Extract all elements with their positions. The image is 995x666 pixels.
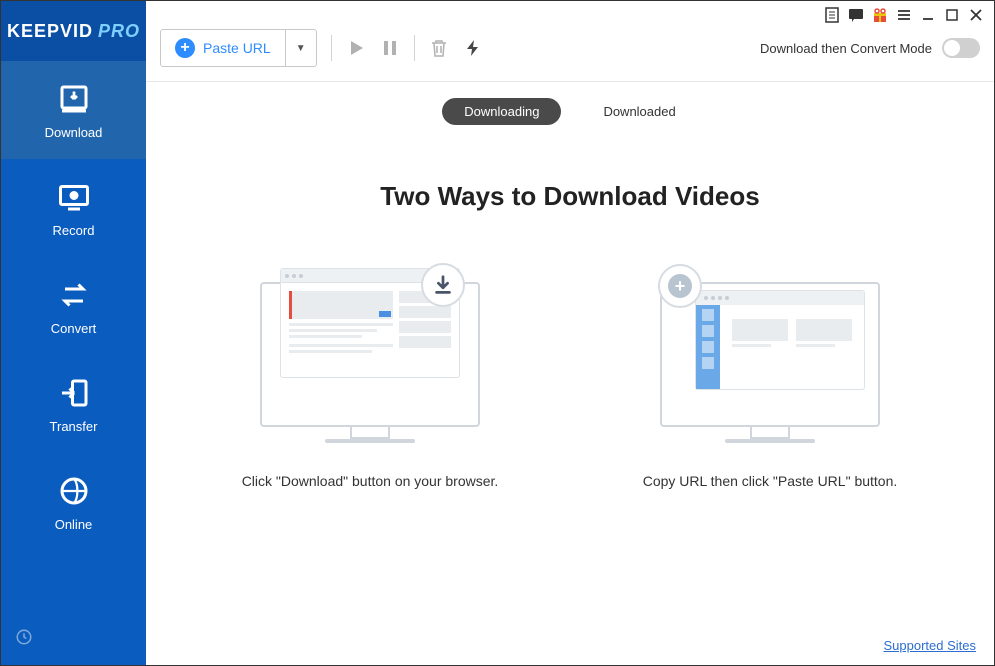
convert-mode-toggle[interactable] [942,38,980,58]
pause-icon[interactable] [380,38,400,58]
trash-icon[interactable] [429,38,449,58]
sidebar-item-record[interactable]: Record [1,159,146,257]
content: Two Ways to Download Videos [146,141,994,627]
main-area: + Paste URL ▼ Download then Convert Mode… [146,1,994,665]
way-1: Click "Download" button on your browser. [220,262,520,492]
close-icon[interactable] [968,7,984,23]
supported-sites-link[interactable]: Supported Sites [883,638,976,653]
tab-downloaded[interactable]: Downloaded [581,98,697,125]
sidebar-item-transfer[interactable]: Transfer [1,355,146,453]
sidebar-footer [1,614,146,665]
download-arrow-icon [421,263,465,307]
way-2-caption: Copy URL then click "Paste URL" button. [643,472,898,492]
app-logo: KEEPVID PRO [1,1,146,61]
clock-icon[interactable] [15,628,33,646]
sidebar-item-convert[interactable]: Convert [1,257,146,355]
two-ways: Click "Download" button on your browser. [220,262,920,492]
way-1-caption: Click "Download" button on your browser. [242,472,499,492]
paste-url-dropdown[interactable]: ▼ [286,43,316,54]
footer: Supported Sites [146,627,994,665]
gift-icon[interactable] [872,7,888,23]
plus-circle-icon: + [658,264,702,308]
sidebar-item-label: Record [53,223,95,238]
toolbar-right: Download then Convert Mode [760,38,980,58]
notes-icon[interactable] [824,7,840,23]
toolbar: + Paste URL ▼ Download then Convert Mode [146,29,994,82]
minimize-icon[interactable] [920,7,936,23]
way-2: + Copy URL then click "Paste URL" button… [620,262,920,492]
logo-brand: KEEPVID [7,21,93,42]
maximize-icon[interactable] [944,7,960,23]
transfer-icon [56,375,92,411]
separator [414,35,415,61]
sidebar-item-label: Online [55,517,93,532]
convert-mode-label: Download then Convert Mode [760,41,932,56]
download-icon [56,81,92,117]
play-icon[interactable] [346,38,366,58]
content-title: Two Ways to Download Videos [380,181,759,212]
lightning-icon[interactable] [463,38,483,58]
tabs: Downloading Downloaded [146,82,994,141]
separator [331,35,332,61]
plus-icon: + [175,38,195,58]
way-1-illustration [250,262,490,452]
logo-suffix: PRO [98,21,140,42]
way-2-illustration: + [650,262,890,452]
sidebar-item-label: Convert [51,321,97,336]
tab-downloading[interactable]: Downloading [442,98,561,125]
menu-icon[interactable] [896,7,912,23]
paste-url-main[interactable]: + Paste URL [161,30,286,66]
paste-url-button[interactable]: + Paste URL ▼ [160,29,317,67]
titlebar [146,1,994,29]
online-icon [56,473,92,509]
sidebar-item-label: Transfer [50,419,98,434]
convert-icon [56,277,92,313]
record-icon [56,179,92,215]
sidebar-item-online[interactable]: Online [1,453,146,551]
sidebar-item-label: Download [45,125,103,140]
sidebar-item-download[interactable]: Download [1,61,146,159]
chat-icon[interactable] [848,7,864,23]
paste-url-label: Paste URL [203,40,271,56]
sidebar: KEEPVID PRO Download Record Convert Tran… [1,1,146,665]
